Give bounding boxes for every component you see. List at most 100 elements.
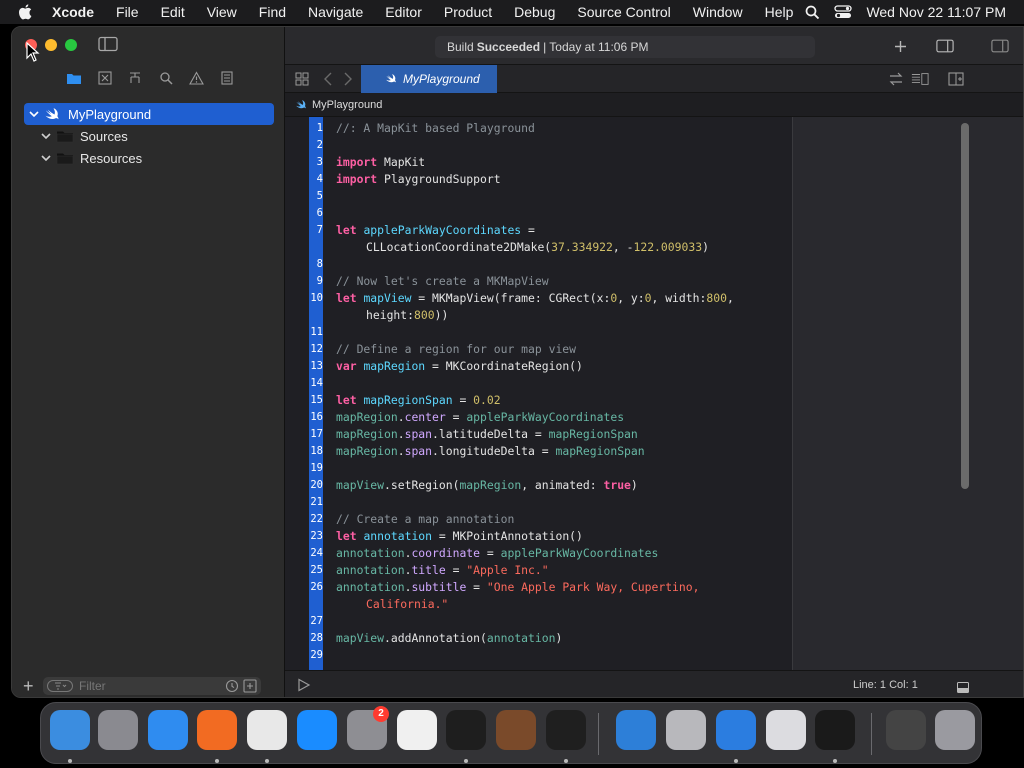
code-line[interactable]: 24 annotation.coordinate = appleParkWayCo… [309,545,793,562]
activity-status-bar[interactable]: Build Succeeded | Today at 11:06 PM [435,36,815,58]
line-number[interactable]: 8 [309,256,323,273]
tree-item-resources[interactable]: Resources [12,147,284,169]
jump-bar[interactable]: MyPlayground [285,93,1023,117]
code-line[interactable]: California." [309,596,793,613]
menu-view[interactable]: View [207,4,237,20]
code-line[interactable]: 27 [309,613,793,630]
menu-app-name[interactable]: Xcode [52,4,94,20]
code-line[interactable]: 8 [309,256,793,273]
navigator-filter-field[interactable]: Filter [43,677,261,695]
editor-options-icon[interactable] [911,71,929,87]
line-number[interactable]: 7 [309,222,323,239]
line-number[interactable]: 4 [309,171,323,188]
menu-bar-clock[interactable]: Wed Nov 22 11:07 PM [866,4,1006,20]
spotlight-search-icon[interactable] [805,5,820,20]
code-line[interactable]: 7 let appleParkWayCoordinates = [309,222,793,239]
menu-window[interactable]: Window [693,4,743,20]
safari-icon[interactable] [148,710,188,750]
vscode-icon[interactable] [546,710,586,750]
line-number[interactable]: 20 [309,477,323,494]
line-number[interactable]: 16 [309,409,323,426]
code-line[interactable]: 16 mapRegion.center = appleParkWayCoordin… [309,409,793,426]
line-number[interactable]: 6 [309,205,323,222]
code-line[interactable]: 1 //: A MapKit based Playground [309,120,793,137]
menu-help[interactable]: Help [765,4,794,20]
window-minimize-button[interactable] [45,39,57,51]
apple-menu-icon[interactable] [18,4,34,20]
code-line[interactable]: CLLocationCoordinate2DMake(37.334922, -1… [309,239,793,256]
code-line[interactable]: 21 [309,494,793,511]
line-number[interactable]: 12 [309,341,323,358]
code-line[interactable]: 26 annotation.subtitle = "One Apple Park … [309,579,793,596]
line-number[interactable]: 29 [309,647,323,664]
find-navigator-icon[interactable] [158,70,174,86]
screenshot-folder-icon[interactable] [886,710,926,750]
code-line[interactable]: 5 [309,188,793,205]
terminal-icon[interactable] [446,710,486,750]
navigate-back-icon[interactable] [319,71,337,87]
line-number[interactable] [309,596,323,613]
code-line[interactable]: 6 [309,205,793,222]
code-line[interactable]: 20 mapView.setRegion(mapRegion, animated:… [309,477,793,494]
line-number[interactable]: 22 [309,511,323,528]
menu-find[interactable]: Find [259,4,286,20]
chevron-down-icon[interactable] [40,130,52,142]
code-line[interactable]: 10 let mapView = MKMapView(frame: CGRect(… [309,290,793,307]
line-number[interactable]: 1 [309,120,323,137]
line-number[interactable]: 3 [309,154,323,171]
report-navigator-icon[interactable] [219,70,235,86]
filter-options-icon[interactable] [47,680,73,692]
recent-files-clock-icon[interactable] [225,679,239,693]
line-number[interactable]: 19 [309,460,323,477]
line-number[interactable]: 5 [309,188,323,205]
installer-icon[interactable] [666,710,706,750]
line-number[interactable]: 13 [309,358,323,375]
code-line[interactable]: 13 var mapRegion = MKCoordinateRegion() [309,358,793,375]
code-line[interactable]: 23 let annotation = MKPointAnnotation() [309,528,793,545]
line-number[interactable]: 28 [309,630,323,647]
menu-navigate[interactable]: Navigate [308,4,363,20]
line-number[interactable]: 23 [309,528,323,545]
line-number[interactable]: 26 [309,579,323,596]
add-file-button[interactable]: + [23,677,37,695]
menu-editor[interactable]: Editor [385,4,422,20]
line-number[interactable]: 24 [309,545,323,562]
code-line[interactable]: 9 // Now let's create a MKMapView [309,273,793,290]
line-number[interactable]: 10 [309,290,323,307]
code-line[interactable]: 15 let mapRegionSpan = 0.02 [309,392,793,409]
chrome-icon[interactable] [247,710,287,750]
code-line[interactable]: 2 [309,137,793,154]
line-number[interactable]: 15 [309,392,323,409]
line-number[interactable]: 14 [309,375,323,392]
code-line[interactable]: 29 [309,647,793,664]
tree-item-myplayground[interactable]: MyPlayground [24,103,274,125]
menu-debug[interactable]: Debug [514,4,555,20]
library-plus-icon[interactable] [891,38,909,54]
line-number[interactable]: 21 [309,494,323,511]
related-items-grid-icon[interactable] [293,71,311,87]
menu-file[interactable]: File [116,4,139,20]
finder-icon[interactable] [50,710,90,750]
menu-product[interactable]: Product [444,4,492,20]
right-panel-toggle-icon[interactable] [991,38,1009,54]
firefox-icon[interactable] [197,710,237,750]
review-changes-icon[interactable] [887,71,905,87]
source-control-navigator-icon[interactable] [97,70,113,86]
code-line[interactable]: 3 import MapKit [309,154,793,171]
issue-navigator-icon[interactable] [188,70,204,86]
window-zoom-button[interactable] [65,39,77,51]
run-playground-icon[interactable] [297,678,311,692]
source-editor[interactable]: 1//: A MapKit based Playground 2 3 import M… [285,117,1023,670]
code-line[interactable]: 28 mapView.addAnnotation(annotation) [309,630,793,647]
code-line[interactable]: 17 mapRegion.span.latitudeDelta = mapRegi… [309,426,793,443]
code-line[interactable]: 14 [309,375,793,392]
tree-item-sources[interactable]: Sources [12,125,284,147]
tab-myplayground[interactable]: MyPlayground [361,65,497,93]
code-line[interactable]: 11 [309,324,793,341]
debug-area-toggle-icon[interactable] [957,680,969,693]
navigate-forward-icon[interactable] [339,71,357,87]
line-number[interactable]: 18 [309,443,323,460]
chevron-down-icon[interactable] [40,152,52,164]
symbol-navigator-icon[interactable] [127,70,143,86]
code-line[interactable]: 18 mapRegion.span.longitudeDelta = mapReg… [309,443,793,460]
